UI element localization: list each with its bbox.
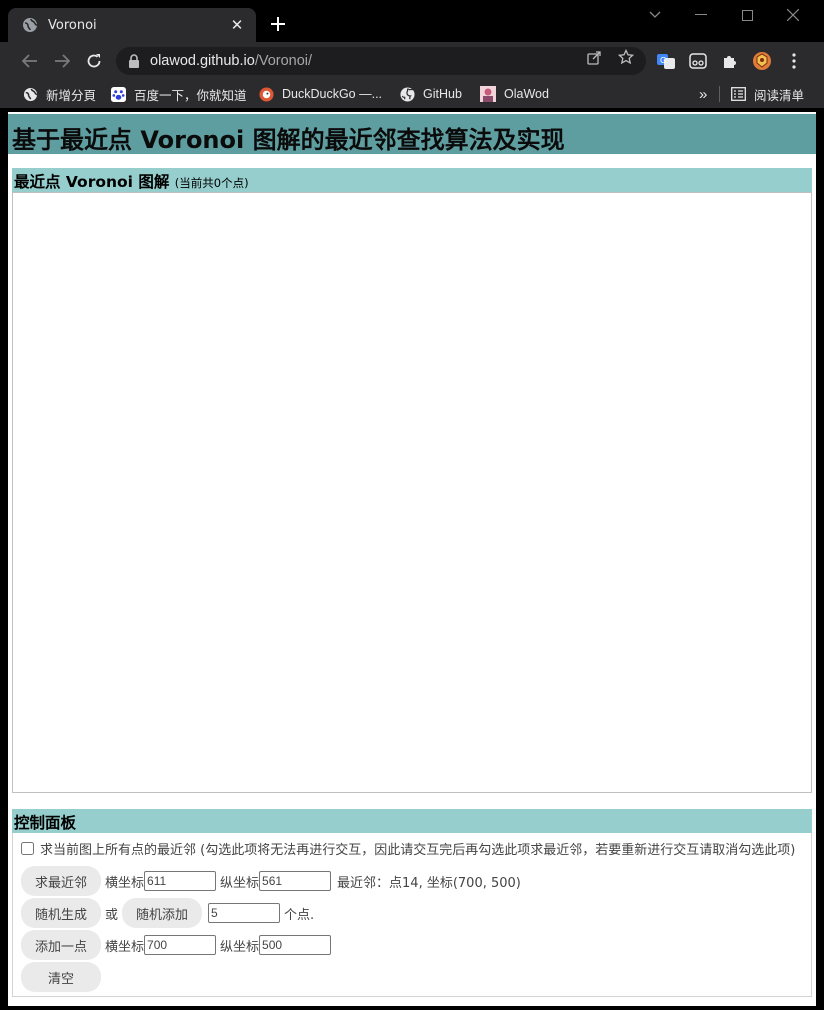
random-generate-button[interactable]: 随机生成 [21, 898, 101, 928]
nearest-neighbor-result: 最近邻：点14, 坐标(700, 500) [337, 875, 521, 891]
avatar[interactable] [752, 51, 772, 71]
menu-kebab-icon[interactable] [784, 51, 804, 71]
diagram-title: 最近点 Voronoi 图解 [14, 173, 170, 191]
bookmark-label: DuckDuckGo —... [282, 87, 383, 101]
query-y-label: 纵坐标 [220, 875, 260, 891]
puzzle-icon[interactable] [720, 51, 740, 71]
globe-icon [22, 86, 38, 102]
lock-icon[interactable] [128, 54, 142, 68]
query-x-label: 横坐标 [105, 875, 145, 891]
all-nearest-neighbors-checkbox[interactable] [21, 841, 34, 855]
new-tab-icon[interactable] [268, 12, 288, 36]
maximize-icon[interactable] [732, 4, 762, 26]
bookmark-label: 新增分頁 [46, 88, 97, 103]
add-y-input[interactable] [259, 935, 332, 955]
tab-search-icon[interactable] [640, 4, 670, 26]
add-x-input[interactable] [144, 935, 217, 955]
voronoi-canvas[interactable] [12, 192, 812, 793]
add-y-label: 纵坐标 [220, 939, 260, 955]
random-count-input[interactable] [208, 903, 281, 923]
star-icon[interactable] [618, 49, 634, 65]
bookmark-label: OlaWod [504, 87, 549, 101]
bookmark-new-tab[interactable]: 新增分頁 [22, 84, 96, 104]
reading-list-label: 阅读清单 [754, 88, 805, 103]
back-icon[interactable] [18, 49, 42, 73]
reading-list-button[interactable]: 阅读清单 [730, 84, 804, 104]
close-window-icon[interactable] [778, 4, 808, 26]
control-panel-heading: 控制面板 [12, 809, 812, 833]
page-title: 基于最近点 Voronoi 图解的最近邻查找算法及实现 [8, 112, 816, 154]
bookmark-label: GitHub [423, 87, 462, 101]
reload-icon[interactable] [82, 49, 106, 73]
browser-tab[interactable]: Voronoi ✕ [8, 8, 256, 42]
more-bookmarks-icon[interactable]: » [699, 84, 707, 104]
bookmarks-bar: 新增分頁 百度一下，你就知道 DuckDuckGo —... GitHub Ol… [0, 80, 824, 108]
github-icon [399, 86, 415, 102]
bookmark-duckduckgo[interactable]: DuckDuckGo —... [258, 84, 382, 104]
web-page: 基于最近点 Voronoi 图解的最近邻查找算法及实现 最近点 Voronoi … [8, 112, 816, 1006]
olawod-avatar-icon [480, 86, 496, 102]
points-suffix-label: 个点. [284, 907, 315, 923]
query-x-input[interactable] [144, 871, 217, 891]
close-tab-icon[interactable]: ✕ [228, 16, 246, 34]
reading-list-icon [730, 86, 746, 102]
forward-icon[interactable] [50, 49, 74, 73]
bookmark-baidu[interactable]: 百度一下，你就知道 [110, 84, 247, 104]
diagram-heading: 最近点 Voronoi 图解 (当前共0个点) [12, 168, 812, 192]
bookmarks-divider [719, 86, 720, 102]
share-icon[interactable] [586, 49, 602, 65]
add-point-button[interactable]: 添加一点 [21, 930, 101, 960]
address-bar[interactable]: olawod.github.io/Voronoi/ [116, 47, 646, 75]
bookmark-olawod[interactable]: OlaWod [480, 84, 549, 104]
control-panel: 求当前图上所有点的最近邻 (勾选此项将无法再进行交互，因此请交互完后再勾选此项求… [12, 833, 812, 997]
reader-extension-icon[interactable] [688, 51, 708, 71]
baidu-paw-icon [110, 86, 126, 102]
minimize-icon[interactable] [686, 4, 716, 26]
add-x-label: 横坐标 [105, 939, 145, 955]
or-label: 或 [105, 907, 119, 923]
clear-button[interactable]: 清空 [21, 962, 101, 992]
random-add-button[interactable]: 随机添加 [122, 898, 203, 928]
browser-titlebar: Voronoi ✕ [0, 0, 824, 42]
svg-text:G: G [660, 56, 666, 65]
query-y-input[interactable] [259, 871, 332, 891]
all-nearest-neighbors-label: 求当前图上所有点的最近邻 (勾选此项将无法再进行交互，因此请交互完后再勾选此项求… [40, 842, 796, 858]
url-text: olawod.github.io/Voronoi/ [150, 53, 313, 69]
browser-toolbar: olawod.github.io/Voronoi/ G [0, 42, 824, 80]
translate-extension-icon[interactable]: G [656, 51, 676, 71]
point-count: (当前共0个点) [174, 176, 249, 190]
globe-icon [22, 17, 38, 33]
bookmark-label: 百度一下，你就知道 [134, 88, 247, 103]
duckduckgo-icon [258, 86, 274, 102]
find-nearest-neighbor-button[interactable]: 求最近邻 [21, 866, 101, 896]
tab-title: Voronoi [48, 17, 97, 33]
bookmark-github[interactable]: GitHub [399, 84, 462, 104]
